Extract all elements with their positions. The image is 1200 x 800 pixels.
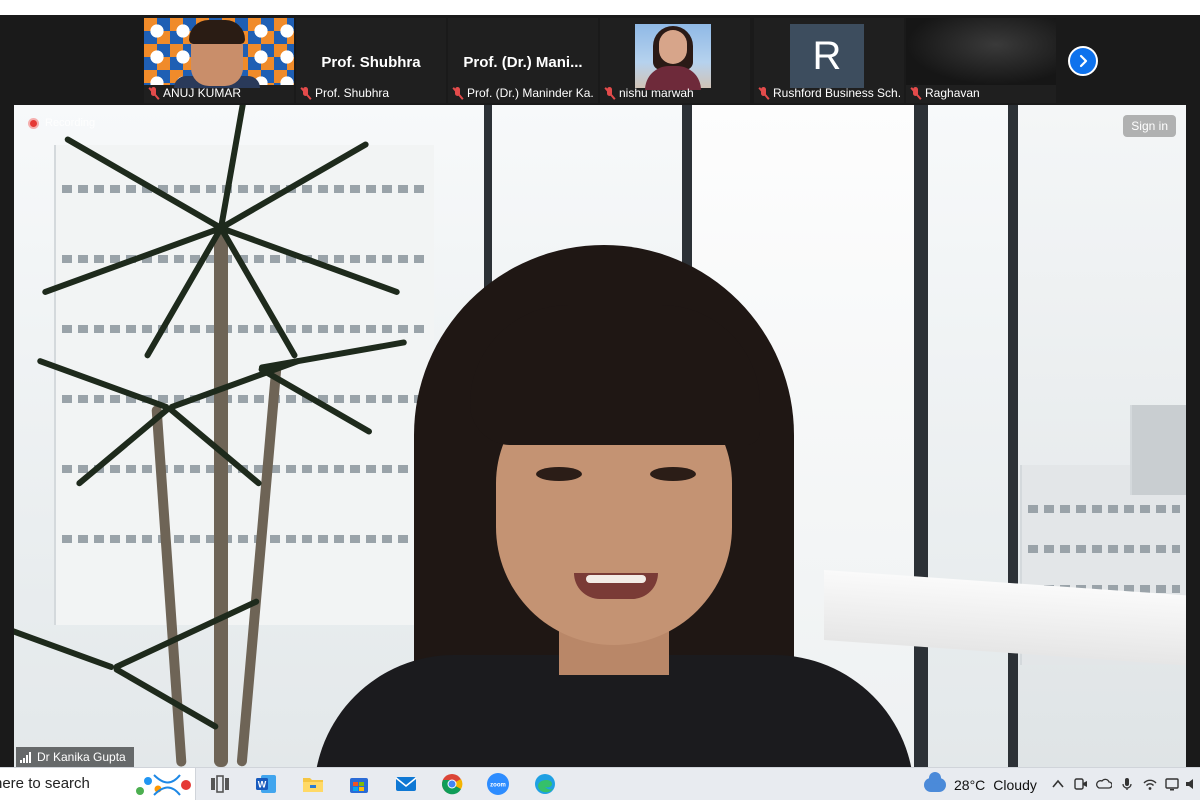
muted-mic-icon	[300, 86, 311, 100]
cloud-icon	[924, 771, 946, 792]
onedrive-icon[interactable]	[1096, 776, 1112, 792]
recording-indicator: Recording	[28, 117, 95, 129]
display-icon[interactable]	[1164, 776, 1180, 792]
profile-photo	[635, 24, 711, 90]
participant-tile-anuj-kumar[interactable]: ANUJ KUMAR	[144, 18, 294, 103]
wifi-icon[interactable]	[1142, 776, 1158, 792]
edge-icon[interactable]	[533, 772, 557, 796]
record-icon	[28, 117, 39, 129]
participant-tile-nishu-marwah[interactable]: nishu marwah	[600, 18, 750, 103]
speaker-mouth	[574, 573, 658, 599]
mail-icon[interactable]	[394, 772, 418, 796]
city-tower	[1130, 405, 1186, 495]
search-placeholder: here to search	[0, 775, 90, 792]
search-highlight-icon	[136, 774, 191, 796]
plant-trunk	[214, 225, 228, 767]
sign-in-button[interactable]: Sign in	[1123, 115, 1176, 137]
participant-footer: Prof. Shubhra	[300, 85, 442, 101]
participant-strip: ANUJ KUMAR Prof. Shubhra Prof. Shubhra P…	[0, 15, 1200, 105]
participant-footer: Prof. (Dr.) Maninder Ka...	[452, 85, 594, 101]
zoom-app-icon[interactable]: zoom	[486, 772, 510, 796]
participant-name: ANUJ KUMAR	[163, 86, 242, 100]
participant-tile-raghavan[interactable]: Raghavan	[906, 18, 1056, 103]
participant-display-name: Prof. (Dr.) Mani...	[463, 54, 583, 71]
word-icon[interactable]: W	[254, 772, 278, 796]
active-speaker-video[interactable]: Recording Sign in Dr Kanika Gupta	[14, 105, 1186, 767]
muted-mic-icon	[758, 86, 769, 100]
next-page-button[interactable]	[1068, 46, 1098, 76]
participant-name: nishu marwah	[619, 86, 694, 100]
participant-tile-rushford[interactable]: R Rushford Business Sch...	[754, 18, 904, 103]
speaker-name: Dr Kanika Gupta	[37, 750, 126, 764]
meet-now-icon[interactable]	[1073, 776, 1089, 792]
microphone-icon[interactable]	[1119, 776, 1135, 792]
participant-video	[906, 18, 1056, 85]
participant-hair	[189, 20, 245, 44]
participant-footer: Rushford Business Sch...	[758, 85, 900, 101]
participant-name: Prof. Shubhra	[315, 86, 390, 100]
participant-footer: ANUJ KUMAR	[148, 85, 290, 101]
task-view-icon[interactable]	[208, 772, 232, 796]
chevron-up-icon[interactable]	[1050, 776, 1066, 792]
participant-display-name: Prof. Shubhra	[321, 54, 421, 71]
weather-widget[interactable]: 28°C Cloudy	[924, 768, 1037, 800]
zoom-meeting-window: ANUJ KUMAR Prof. Shubhra Prof. Shubhra P…	[0, 15, 1200, 767]
participant-tile-prof-shubhra[interactable]: Prof. Shubhra Prof. Shubhra	[296, 18, 446, 103]
photo-head	[659, 30, 687, 64]
muted-mic-icon	[452, 86, 463, 100]
windows-taskbar: here to search W zoom 28°C Cloudy	[0, 767, 1200, 800]
speaker-name-label: Dr Kanika Gupta	[16, 747, 134, 767]
muted-mic-icon	[910, 86, 921, 100]
svg-text:W: W	[258, 780, 267, 790]
participant-name: Raghavan	[925, 86, 980, 100]
signal-strength-icon	[20, 751, 31, 763]
weather-temperature: 28°C	[954, 776, 986, 793]
muted-mic-icon	[604, 86, 615, 100]
taskbar-search-box[interactable]: here to search	[0, 768, 196, 800]
muted-mic-icon	[148, 86, 159, 100]
volume-icon[interactable]	[1184, 776, 1200, 792]
speaker-person	[274, 245, 954, 767]
speaker-fringe	[470, 305, 760, 445]
window-frame	[1008, 105, 1018, 767]
participant-footer: Raghavan	[910, 85, 1052, 101]
weather-condition: Cloudy	[993, 776, 1037, 793]
chevron-right-icon	[1079, 54, 1088, 68]
participant-footer: nishu marwah	[604, 85, 746, 101]
speaker-eye	[650, 467, 696, 481]
chrome-icon[interactable]	[440, 772, 464, 796]
participant-name: Rushford Business Sch...	[773, 86, 900, 100]
recording-label: Recording	[45, 117, 96, 129]
speaker-eye	[536, 467, 582, 481]
participant-tile-maninder[interactable]: Prof. (Dr.) Mani... Prof. (Dr.) Maninder…	[448, 18, 598, 103]
participant-name: Prof. (Dr.) Maninder Ka...	[467, 86, 594, 100]
initial-avatar: R	[790, 24, 864, 88]
svg-text:zoom: zoom	[490, 783, 506, 789]
microsoft-store-icon[interactable]	[347, 772, 371, 796]
file-explorer-icon[interactable]	[301, 772, 325, 796]
